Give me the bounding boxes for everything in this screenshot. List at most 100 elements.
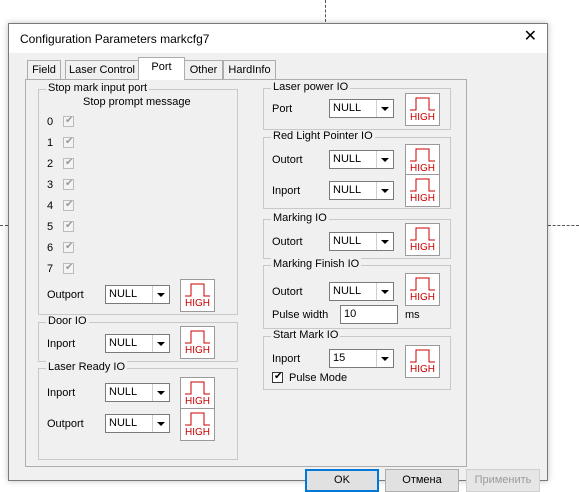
pulse-mode-checkbox[interactable]: ✔	[272, 371, 283, 383]
chevron-down-icon	[152, 335, 169, 352]
stop-port-checkbox[interactable]: ✔	[63, 178, 74, 190]
start-mark-io-title: Start Mark IO	[271, 329, 341, 342]
apply-button[interactable]: Применить	[466, 469, 540, 492]
close-icon[interactable]: ✕	[524, 28, 537, 46]
chevron-down-icon	[152, 286, 169, 303]
start-mark-inport-select[interactable]: 15	[329, 349, 394, 368]
title-bar: Configuration Parameters markcfg7 ✕	[9, 24, 547, 53]
stop-mark-title: Stop mark input port	[46, 82, 150, 95]
laser-power-io-group: Laser power IO Port NULL HIGH	[263, 81, 451, 130]
high-level-button[interactable]: HIGH	[180, 377, 215, 410]
stop-port-checkbox[interactable]: ✔	[63, 199, 74, 211]
stop-port-checkbox[interactable]: ✔	[63, 220, 74, 232]
stop-port-checkbox[interactable]: ✔	[63, 136, 74, 148]
port-label: Port	[272, 103, 293, 115]
tab-other[interactable]: Other	[184, 60, 223, 79]
high-level-button[interactable]: HIGH	[405, 174, 440, 207]
red-light-inport-select[interactable]: NULL	[329, 181, 394, 200]
port-number: 0	[47, 116, 54, 128]
outport-label: Outort	[272, 154, 303, 166]
inport-label: Inport	[272, 185, 301, 197]
tab-field[interactable]: Field	[27, 60, 61, 79]
outport-label: Outort	[272, 236, 303, 248]
cancel-button[interactable]: Отмена	[385, 469, 459, 492]
pulse-width-label: Pulse width	[272, 309, 329, 321]
marking-io-group: Marking IO Outort NULL HIGH	[263, 212, 451, 259]
port-tab-panel: Stop mark input port Stop prompt message…	[25, 79, 467, 467]
pulse-icon	[185, 283, 210, 297]
laser-power-io-title: Laser power IO	[271, 81, 351, 94]
pulse-unit-label: ms	[405, 309, 420, 321]
chevron-down-icon	[376, 182, 393, 199]
laser-ready-outport-select[interactable]: NULL	[105, 414, 170, 433]
port-number: 1	[47, 137, 54, 149]
chevron-down-icon	[376, 233, 393, 250]
port-number: 3	[47, 179, 54, 191]
pulse-icon	[410, 178, 435, 192]
pulse-mode-label: Pulse Mode	[289, 372, 348, 384]
inport-label: Inport	[47, 338, 76, 350]
door-inport-select[interactable]: NULL	[105, 334, 170, 353]
window-title: Configuration Parameters markcfg7	[20, 32, 210, 46]
stop-mark-group: Stop mark input port Stop prompt message…	[38, 82, 238, 315]
marking-finish-io-title: Marking Finish IO	[271, 258, 362, 271]
chevron-down-icon	[376, 100, 393, 117]
outport-label: Outort	[272, 286, 303, 298]
high-level-button[interactable]: HIGH	[180, 279, 215, 312]
outport-label: Outport	[47, 289, 84, 301]
door-io-title: Door IO	[46, 315, 89, 328]
high-level-button[interactable]: HIGH	[405, 345, 440, 378]
marking-outport-select[interactable]: NULL	[329, 232, 394, 251]
pulse-icon	[410, 227, 435, 241]
outport-select[interactable]: NULL	[105, 285, 170, 304]
high-level-button[interactable]: HIGH	[180, 408, 215, 441]
port-number: 6	[47, 242, 54, 254]
high-level-button[interactable]: HIGH	[405, 144, 440, 177]
chevron-down-icon	[376, 283, 393, 300]
chevron-down-icon	[152, 384, 169, 401]
red-light-io-group: Red Light Pointer IO Outort NULL HIGH In…	[263, 130, 451, 209]
inport-label: Inport	[272, 353, 301, 365]
tab-laser-control[interactable]: Laser Control	[65, 60, 139, 79]
outport-label: Outport	[47, 418, 84, 430]
tab-hardinfo[interactable]: HardInfo	[223, 60, 276, 79]
laser-power-port-select[interactable]: NULL	[329, 99, 394, 118]
stop-port-checkbox[interactable]: ✔	[63, 115, 74, 127]
high-level-button[interactable]: HIGH	[405, 223, 440, 256]
chevron-down-icon	[376, 350, 393, 367]
pulse-icon	[410, 97, 435, 111]
marking-finish-outport-select[interactable]: NULL	[329, 282, 394, 301]
pulse-width-input[interactable]: 10	[340, 305, 398, 324]
pulse-icon	[410, 277, 435, 291]
config-dialog: Configuration Parameters markcfg7 ✕ Fiel…	[8, 23, 548, 492]
pulse-icon	[185, 330, 210, 344]
chevron-down-icon	[152, 415, 169, 432]
port-number: 5	[47, 221, 54, 233]
laser-ready-io-group: Laser Ready IO Inport NULL HIGH Outport …	[38, 361, 238, 460]
high-level-button[interactable]: HIGH	[180, 326, 215, 359]
chevron-down-icon	[376, 151, 393, 168]
tab-port[interactable]: Port	[138, 57, 185, 80]
marking-finish-io-group: Marking Finish IO Outort NULL HIGH Pulse…	[263, 258, 451, 329]
start-mark-io-group: Start Mark IO Inport 15 HIGH ✔ Pulse Mod…	[263, 329, 451, 390]
high-level-button[interactable]: HIGH	[405, 93, 440, 126]
guide-line-left	[0, 225, 8, 226]
guide-line-right	[548, 225, 579, 226]
red-light-io-title: Red Light Pointer IO	[271, 130, 375, 143]
guide-line-top	[325, 0, 326, 22]
stop-port-checkbox[interactable]: ✔	[63, 241, 74, 253]
pulse-icon	[410, 148, 435, 162]
door-io-group: Door IO Inport NULL HIGH	[38, 315, 238, 362]
high-level-button[interactable]: HIGH	[405, 273, 440, 306]
red-light-outport-select[interactable]: NULL	[329, 150, 394, 169]
stop-port-checkbox[interactable]: ✔	[63, 262, 74, 274]
port-number: 7	[47, 263, 54, 275]
pulse-icon	[410, 349, 435, 363]
port-number: 4	[47, 200, 54, 212]
laser-ready-io-title: Laser Ready IO	[46, 361, 128, 374]
laser-ready-inport-select[interactable]: NULL	[105, 383, 170, 402]
pulse-icon	[185, 412, 210, 426]
ok-button[interactable]: OK	[305, 469, 379, 492]
stop-port-checkbox[interactable]: ✔	[63, 157, 74, 169]
stop-prompt-label: Stop prompt message	[83, 96, 191, 108]
